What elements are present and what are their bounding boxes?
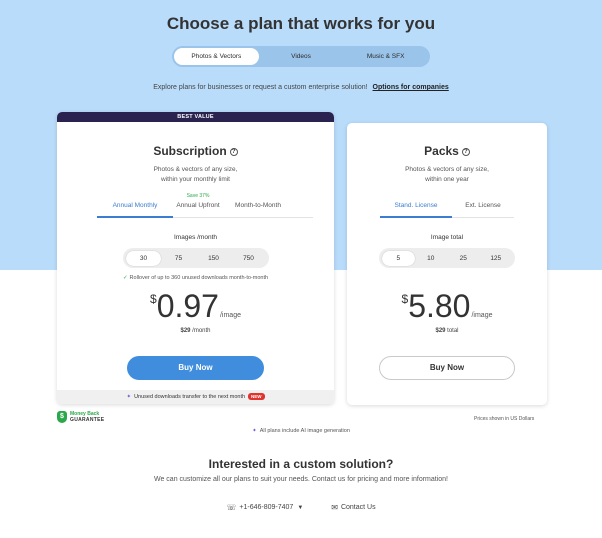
price-amount: 0.97 xyxy=(156,288,219,324)
packs-title-text: Packs xyxy=(424,144,459,158)
contact-row: ☏ +1-646-809-7407 ▼ ✉ Contact Us xyxy=(0,503,602,512)
sparkle-icon: ✦ xyxy=(126,394,132,400)
price-unit: /image xyxy=(471,312,493,319)
phone-dropdown[interactable]: ☏ +1-646-809-7407 ▼ xyxy=(226,503,303,512)
sub-price-amount: $29 xyxy=(435,328,446,334)
help-icon[interactable]: ? xyxy=(229,147,238,156)
prices-currency-note: Prices shown in US Dollars xyxy=(474,416,535,422)
ai-note-text: All plans include AI image generation xyxy=(259,428,350,434)
sub-price-unit: /month xyxy=(192,328,211,334)
packs-desc-line2: within one year xyxy=(425,175,469,183)
packs-buy-now-button[interactable]: Buy Now xyxy=(379,356,515,380)
price-amount: 5.80 xyxy=(408,288,471,324)
chevron-down-icon: ▼ xyxy=(297,504,304,511)
packs-desc-line1: Photos & vectors of any size, xyxy=(405,166,489,173)
tab-music-sfx[interactable]: Music & SFX xyxy=(343,48,428,65)
ai-generation-note: ✦ All plans include AI image generation xyxy=(0,428,602,434)
qty-option-30[interactable]: 30 xyxy=(126,250,161,266)
dollar-shield-icon: $ xyxy=(57,411,67,423)
contact-us-label: Contact Us xyxy=(340,504,376,511)
options-for-companies-link[interactable]: Options for companies xyxy=(373,84,449,91)
subscription-sub-price: $29 /month xyxy=(57,328,334,334)
tab-month-to-month[interactable]: Month-to-Month xyxy=(223,202,293,217)
sub-price-amount: $29 xyxy=(180,328,191,334)
pack-quantity-selector: 5 10 25 125 xyxy=(379,248,515,268)
help-icon[interactable]: ? xyxy=(461,147,470,156)
qty-option-25[interactable]: 25 xyxy=(447,251,480,266)
subscription-plan-tabs: Annual Monthly Save 37% Annual Upfront M… xyxy=(97,193,313,218)
tab-extended-license[interactable]: Ext. License xyxy=(452,202,514,217)
check-icon: ✓ xyxy=(122,275,128,281)
images-per-month-label: Images /month xyxy=(174,234,217,241)
tab-videos[interactable]: Videos xyxy=(259,48,344,65)
tab-standard-license[interactable]: Stand. License xyxy=(380,202,452,218)
tab-annual-upfront-label: Annual Upfront xyxy=(176,202,220,209)
subscription-desc-line1: Photos & vectors of any size, xyxy=(153,166,238,173)
phone-number: +1-646-809-7407 xyxy=(239,504,294,511)
contact-us-link[interactable]: ✉ Contact Us xyxy=(331,503,375,512)
qty-option-125[interactable]: 125 xyxy=(480,251,513,266)
qty-option-750[interactable]: 750 xyxy=(231,251,266,266)
image-total-label: Image total xyxy=(430,234,464,241)
subscription-title-text: Subscription xyxy=(153,144,227,158)
tab-annual-monthly[interactable]: Annual Monthly xyxy=(97,202,173,218)
qty-option-10[interactable]: 10 xyxy=(415,251,448,266)
packs-description: Photos & vectors of any size, within one… xyxy=(347,165,547,184)
subscription-price: $0.97/image xyxy=(57,290,334,322)
packs-price: $5.80/image xyxy=(347,290,547,322)
qty-option-150[interactable]: 150 xyxy=(196,251,231,266)
asset-type-tabs: Photos & Vectors Videos Music & SFX xyxy=(172,46,430,67)
tab-photos-vectors[interactable]: Photos & Vectors xyxy=(174,48,259,65)
save-badge: Save 37% xyxy=(186,193,210,199)
subscription-description: Photos & vectors of any size, within you… xyxy=(57,165,334,184)
qty-option-5[interactable]: 5 xyxy=(382,250,415,266)
explore-plans-text: Explore plans for businesses or request … xyxy=(0,84,602,91)
packs-sub-price: $29 total xyxy=(347,328,547,334)
explore-text: Explore plans for businesses or request … xyxy=(153,84,368,91)
packs-license-tabs: Stand. License Ext. License xyxy=(380,202,514,218)
guarantee-line2: GUARANTEE xyxy=(70,417,105,423)
subscription-buy-now-button[interactable]: Buy Now xyxy=(127,356,264,380)
custom-solution-title: Interested in a custom solution? xyxy=(208,457,394,471)
custom-solution-subtitle: We can customize all our plans to suit y… xyxy=(153,476,448,483)
sub-price-unit: total xyxy=(447,328,459,334)
packs-title: Packs? xyxy=(347,144,547,158)
price-unit: /image xyxy=(219,312,241,319)
new-badge: NEW xyxy=(248,393,265,401)
unused-downloads-banner: ✦ Unused downloads transfer to the next m… xyxy=(57,390,334,404)
page-title: Choose a plan that works for you xyxy=(166,14,436,33)
sparkle-icon: ✦ xyxy=(252,428,257,434)
mail-icon: ✉ xyxy=(331,503,338,512)
currency-symbol: $ xyxy=(150,292,157,306)
phone-icon: ☏ xyxy=(226,503,237,512)
currency-symbol: $ xyxy=(401,292,409,306)
subscription-title: Subscription? xyxy=(57,144,334,158)
qty-option-75[interactable]: 75 xyxy=(161,251,196,266)
subscription-card: BEST VALUE Subscription? Photos & vector… xyxy=(57,112,334,404)
unused-text: Unused downloads transfer to the next mo… xyxy=(134,394,246,400)
images-quantity-selector: 30 75 150 750 xyxy=(123,248,269,268)
rollover-text: Rollover of up to 360 unused downloads m… xyxy=(129,275,269,281)
subscription-desc-line2: within your monthly limit xyxy=(161,175,230,183)
best-value-badge: BEST VALUE xyxy=(57,112,334,122)
packs-card: Packs? Photos & vectors of any size, wit… xyxy=(347,123,547,405)
tab-annual-upfront[interactable]: Save 37% Annual Upfront xyxy=(173,193,223,217)
money-back-guarantee: $ Money Back GUARANTEE xyxy=(57,411,104,423)
rollover-note: ✓ Rollover of up to 360 unused downloads … xyxy=(57,275,334,281)
